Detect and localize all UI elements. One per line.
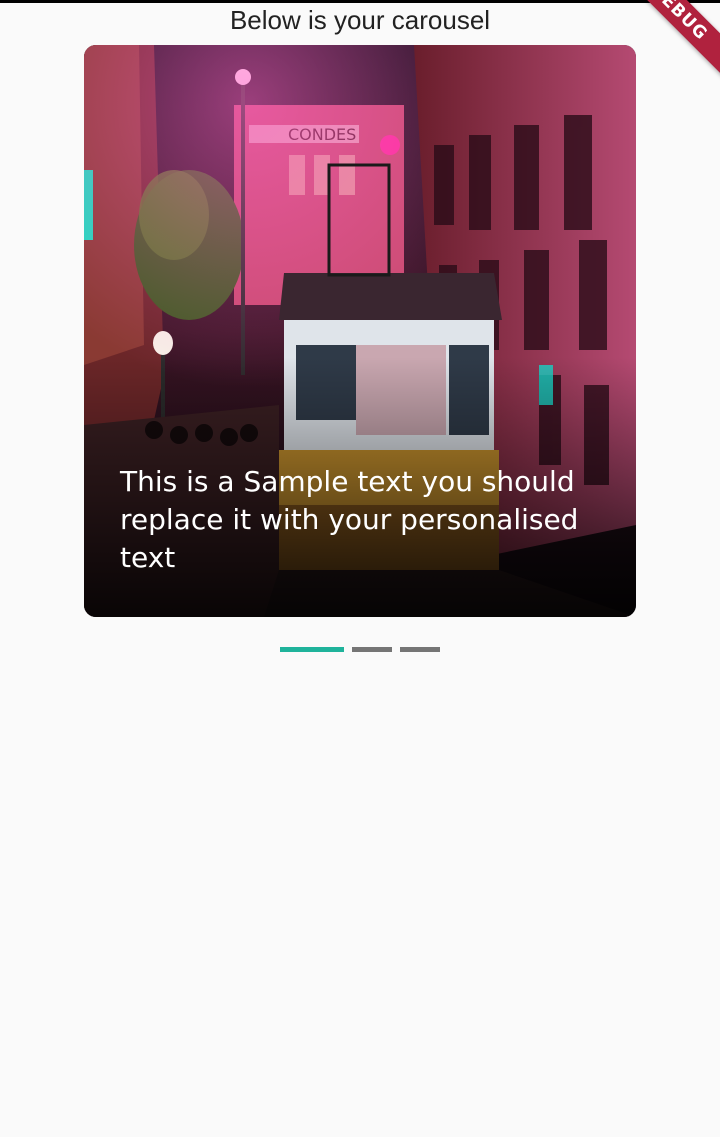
carousel-indicators xyxy=(0,647,720,652)
page-title: Below is your carousel xyxy=(229,5,491,35)
slide-caption: This is a Sample text you should replace… xyxy=(120,465,579,574)
indicator-dot-3[interactable] xyxy=(400,647,440,652)
indicator-dot-2[interactable] xyxy=(352,647,392,652)
indicator-dot-1[interactable] xyxy=(280,647,344,652)
carousel-slide[interactable]: CONDES xyxy=(84,45,636,617)
status-bar-edge xyxy=(0,0,720,3)
